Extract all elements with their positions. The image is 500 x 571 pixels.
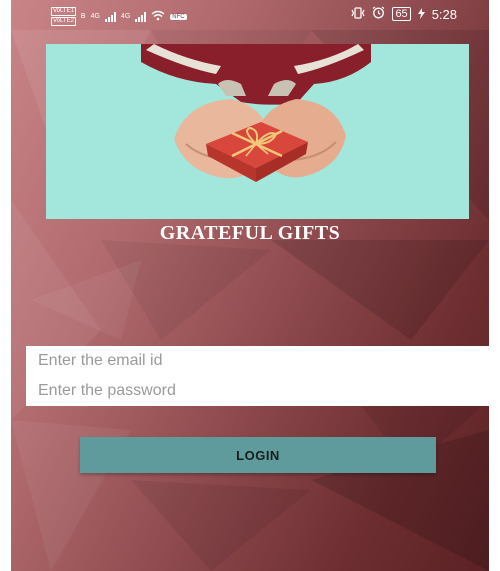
status-bar: VoLTE1 VoLTE2 B 4G 4G NFC 65 5:28 (11, 0, 489, 30)
charging-icon (417, 7, 425, 22)
signal-bars-icon (104, 11, 116, 22)
status-right: 65 5:28 (351, 6, 457, 22)
sim2-label: VoLTE2 (51, 17, 76, 26)
signal-bars-2-icon (135, 11, 147, 22)
wifi-icon (151, 9, 165, 24)
alarm-clock-icon (372, 6, 385, 22)
email-field[interactable] (26, 346, 489, 376)
login-button[interactable]: LOGIN (80, 437, 436, 473)
sim1-slot: B (80, 13, 86, 20)
gift-hands-illustration (46, 44, 469, 219)
sim1-label: VoLTE1 (51, 7, 76, 16)
sim-labels: VoLTE1 VoLTE2 (51, 7, 76, 26)
app-title: GRATEFUL GIFTS (159, 222, 341, 244)
data-badge: NFC (170, 13, 187, 20)
network-type-left: 4G (90, 13, 100, 20)
hero-image (46, 44, 469, 219)
battery-icon: 65 (392, 7, 411, 21)
network-type-right: 4G (120, 13, 131, 20)
status-time: 5:28 (431, 6, 457, 22)
phone-screen: VoLTE1 VoLTE2 B 4G 4G NFC 65 5:28 GRATEF… (11, 0, 489, 571)
password-field[interactable] (26, 376, 489, 406)
login-form (26, 346, 489, 406)
status-left: VoLTE1 VoLTE2 B 4G 4G NFC (51, 7, 187, 26)
vibrate-icon (351, 6, 365, 22)
